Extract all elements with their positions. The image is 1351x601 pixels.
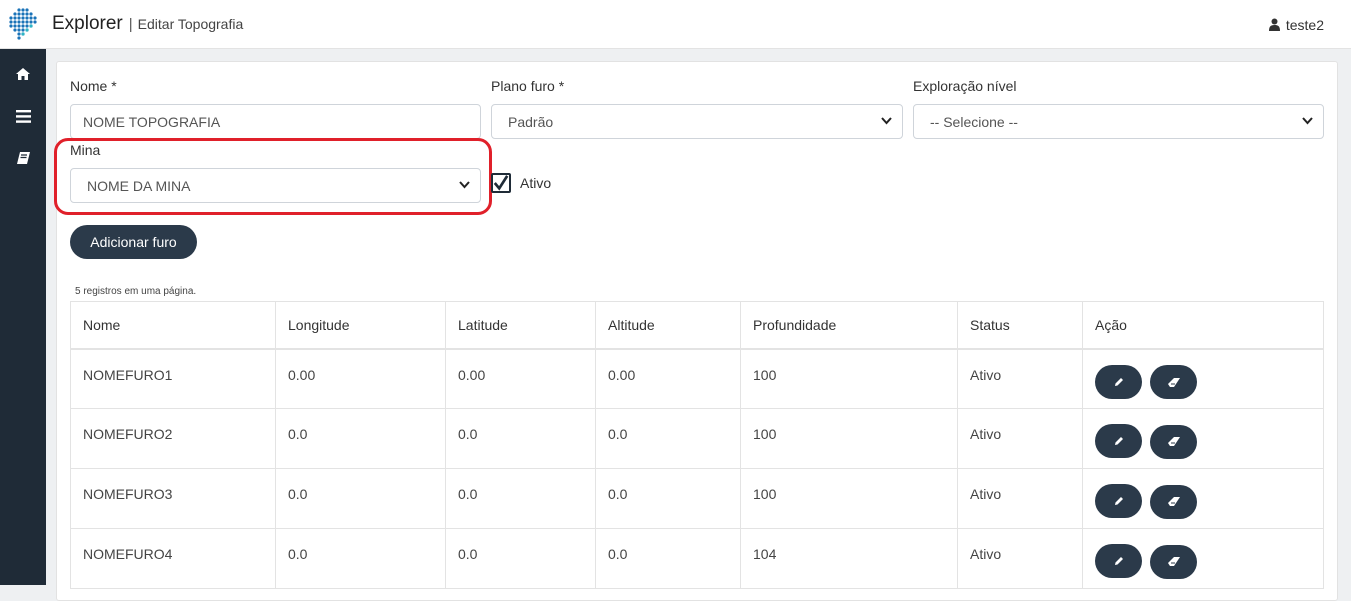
edit-button[interactable] bbox=[1095, 364, 1142, 399]
cell-status: Ativo bbox=[957, 528, 1083, 589]
mina-select[interactable]: NOME DA MINA bbox=[70, 168, 481, 203]
cell-latitude: 0.0 bbox=[445, 468, 596, 529]
chevron-down-icon bbox=[881, 117, 892, 125]
pencil-icon bbox=[1114, 437, 1123, 445]
plano-furo-value: Padrão bbox=[508, 113, 554, 130]
eraser-icon bbox=[1167, 377, 1180, 387]
logo-icon[interactable] bbox=[0, 0, 46, 49]
eraser-icon bbox=[1167, 497, 1180, 506]
menu-icon[interactable] bbox=[0, 104, 46, 128]
cell-longitude: 0.0 bbox=[275, 528, 446, 589]
checkmark-icon bbox=[493, 175, 509, 191]
cell-nome: NOMEFURO4 bbox=[70, 528, 276, 589]
app-title: Explorer bbox=[52, 13, 123, 34]
user-icon bbox=[1268, 18, 1280, 31]
book-icon[interactable] bbox=[0, 146, 46, 170]
table-header-row: Nome Longitude Latitude Altitude Profund… bbox=[70, 301, 1324, 350]
home-icon[interactable] bbox=[0, 62, 46, 86]
cell-altitude: 0.00 bbox=[595, 348, 741, 409]
chevron-down-icon bbox=[459, 181, 470, 189]
edit-button[interactable] bbox=[1095, 484, 1142, 518]
nome-input-value: NOME TOPOGRAFIA bbox=[83, 113, 221, 130]
column-header-altitude[interactable]: Altitude bbox=[595, 301, 741, 350]
cell-acao bbox=[1082, 348, 1324, 409]
top-bar: Explorer | Editar Topografia teste2 bbox=[0, 0, 1351, 49]
title-separator: | bbox=[128, 15, 133, 33]
cell-longitude: 0.00 bbox=[275, 348, 446, 409]
cell-status: Ativo bbox=[957, 348, 1083, 409]
cell-nome: NOMEFURO3 bbox=[70, 468, 276, 529]
cell-profundidade: 100 bbox=[740, 468, 958, 529]
sidebar bbox=[0, 49, 46, 585]
edit-button[interactable] bbox=[1095, 544, 1142, 578]
cell-acao bbox=[1082, 468, 1324, 529]
nome-input[interactable]: NOME TOPOGRAFIA bbox=[70, 104, 481, 139]
plano-furo-select[interactable]: Padrão bbox=[491, 104, 903, 139]
chevron-down-icon bbox=[1302, 117, 1313, 125]
eraser-icon bbox=[1167, 437, 1180, 446]
mina-select-value: NOME DA MINA bbox=[87, 177, 191, 194]
column-header-acao: Ação bbox=[1082, 301, 1324, 350]
user-menu[interactable]: teste2 bbox=[1268, 0, 1324, 49]
cell-altitude: 0.0 bbox=[595, 468, 741, 529]
cell-latitude: 0.0 bbox=[445, 408, 596, 469]
cell-status: Ativo bbox=[957, 468, 1083, 529]
cell-latitude: 0.0 bbox=[445, 528, 596, 589]
cell-latitude: 0.00 bbox=[445, 348, 596, 409]
cell-profundidade: 100 bbox=[740, 408, 958, 469]
furos-table: Nome Longitude Latitude Altitude Profund… bbox=[70, 301, 1324, 589]
pencil-icon bbox=[1114, 377, 1123, 386]
column-header-nome[interactable]: Nome bbox=[70, 301, 276, 350]
adicionar-furo-button[interactable]: Adicionar furo bbox=[70, 225, 197, 259]
table-row: NOMEFURO1 0.00 0.00 0.00 100 Ativo bbox=[70, 348, 1324, 409]
pencil-icon bbox=[1114, 557, 1123, 565]
exploracao-nivel-value: -- Selecione -- bbox=[930, 113, 1018, 130]
column-header-latitude[interactable]: Latitude bbox=[445, 301, 596, 350]
ativo-label: Ativo bbox=[520, 175, 552, 191]
eraser-icon bbox=[1167, 557, 1180, 566]
delete-button[interactable] bbox=[1150, 365, 1197, 399]
cell-altitude: 0.0 bbox=[595, 528, 741, 589]
column-header-profundidade[interactable]: Profundidade bbox=[740, 301, 958, 350]
pencil-icon bbox=[1114, 497, 1123, 505]
exploracao-nivel-select[interactable]: -- Selecione -- bbox=[913, 104, 1324, 139]
delete-button[interactable] bbox=[1150, 544, 1197, 579]
user-name: teste2 bbox=[1285, 16, 1324, 33]
records-count: 5 registros em uma página. bbox=[75, 286, 197, 297]
plano-furo-label: Plano furo * bbox=[491, 78, 565, 94]
page-title: Editar Topografia bbox=[137, 16, 244, 32]
nome-label: Nome * bbox=[70, 78, 117, 94]
exploracao-nivel-label: Exploração nível bbox=[913, 78, 1017, 94]
table-row: NOMEFURO3 0.0 0.0 0.0 100 Ativo bbox=[70, 468, 1324, 529]
column-header-status[interactable]: Status bbox=[957, 301, 1083, 350]
table-row: NOMEFURO4 0.0 0.0 0.0 104 Ativo bbox=[70, 528, 1324, 589]
cell-nome: NOMEFURO2 bbox=[70, 408, 276, 469]
cell-nome: NOMEFURO1 bbox=[70, 348, 276, 409]
cell-status: Ativo bbox=[957, 408, 1083, 469]
mina-label: Mina bbox=[70, 142, 101, 158]
cell-longitude: 0.0 bbox=[275, 468, 446, 529]
column-header-longitude[interactable]: Longitude bbox=[275, 301, 446, 350]
ativo-checkbox[interactable] bbox=[491, 173, 511, 193]
table-row: NOMEFURO2 0.0 0.0 0.0 100 Ativo bbox=[70, 408, 1324, 469]
cell-profundidade: 104 bbox=[740, 528, 958, 589]
cell-acao bbox=[1082, 528, 1324, 589]
cell-profundidade: 100 bbox=[740, 348, 958, 409]
cell-acao bbox=[1082, 408, 1324, 469]
delete-button[interactable] bbox=[1150, 484, 1197, 519]
delete-button[interactable] bbox=[1150, 424, 1197, 459]
cell-altitude: 0.0 bbox=[595, 408, 741, 469]
cell-longitude: 0.0 bbox=[275, 408, 446, 469]
edit-button[interactable] bbox=[1095, 424, 1142, 458]
